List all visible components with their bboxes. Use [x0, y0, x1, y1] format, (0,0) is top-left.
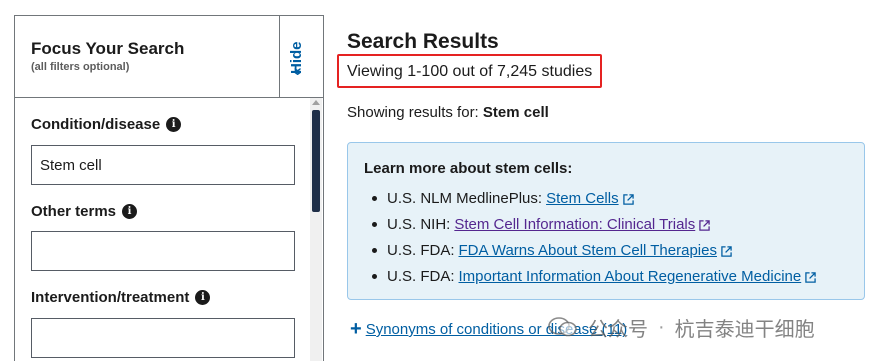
results-count-text: Viewing 1-100 out of 7,245 studies	[347, 63, 593, 80]
plus-icon: +	[350, 318, 362, 340]
watermark-name: 杭吉泰迪干细胞	[674, 318, 815, 341]
filter-panel-subtitle: (all filters optional)	[31, 61, 130, 73]
learn-more-list: U.S. NLM MedlinePlus: Stem Cells U.S. NI…	[364, 185, 816, 289]
source-label: U.S. NLM MedlinePlus:	[387, 189, 543, 207]
bullet	[372, 195, 377, 201]
list-item: U.S. NLM MedlinePlus: Stem Cells	[364, 185, 816, 211]
info-icon[interactable]: i	[122, 204, 138, 219]
external-link-icon	[622, 193, 634, 205]
list-item: U.S. FDA: Important Information About Re…	[364, 263, 816, 289]
list-item: U.S. NIH: Stem Cell Information: Clinica…	[364, 211, 816, 237]
list-item: U.S. FDA: FDA Warns About Stem Cell Ther…	[364, 237, 816, 263]
filter-panel-scrollbar[interactable]	[310, 98, 322, 361]
bullet	[372, 273, 377, 279]
learn-more-box: Learn more about stem cells: U.S. NLM Me…	[347, 142, 865, 300]
bullet	[372, 221, 377, 227]
external-link-icon	[805, 271, 816, 283]
condition-disease-input[interactable]: Stem cell	[31, 145, 295, 185]
learn-more-heading: Learn more about stem cells:	[364, 160, 573, 177]
source-label: U.S. FDA:	[387, 241, 455, 259]
source-label: U.S. FDA:	[387, 267, 455, 285]
stem-cell-information-link[interactable]: Stem Cell Information: Clinical Trials	[454, 216, 695, 233]
external-link-icon	[699, 219, 710, 231]
watermark: 公众号 · 杭吉泰迪干细胞	[548, 312, 878, 342]
other-terms-label-text: Other terms	[31, 203, 117, 220]
scrollbar-thumb[interactable]	[312, 110, 320, 212]
condition-disease-label-text: Condition/disease	[31, 116, 161, 133]
results-count-highlight: Viewing 1-100 out of 7,245 studies	[337, 54, 602, 88]
showing-results-term: Stem cell	[482, 104, 549, 121]
showing-results-line: Showing results for: Stem cell	[347, 104, 549, 121]
condition-disease-label: Condition/disease i	[31, 116, 182, 133]
scroll-up-arrow-icon[interactable]	[312, 100, 320, 105]
filter-panel-body: Condition/disease i Stem cell Other term…	[15, 98, 311, 361]
watermark-separator: ·	[658, 315, 665, 338]
other-terms-input[interactable]	[31, 231, 295, 271]
intervention-treatment-label: Intervention/treatment i	[31, 289, 211, 306]
source-label: U.S. NIH:	[387, 215, 451, 233]
filter-panel-title: Focus Your Search	[31, 39, 185, 58]
chevron-double-left-icon: «	[288, 67, 306, 76]
regenerative-medicine-link[interactable]: Important Information About Regenerative…	[459, 268, 802, 285]
wechat-logo-icon	[548, 317, 577, 337]
showing-results-prefix: Showing results for:	[347, 104, 483, 121]
info-icon[interactable]: i	[166, 117, 182, 132]
external-link-icon	[721, 245, 732, 257]
fda-warns-link[interactable]: FDA Warns About Stem Cell Therapies	[459, 242, 717, 259]
hide-filters-button[interactable]: Hide «	[279, 16, 323, 98]
bullet	[372, 247, 377, 253]
info-icon[interactable]: i	[195, 290, 211, 305]
other-terms-label: Other terms i	[31, 203, 138, 220]
stem-cells-link[interactable]: Stem Cells	[546, 190, 619, 207]
intervention-treatment-label-text: Intervention/treatment	[31, 289, 190, 306]
search-results-title: Search Results	[347, 30, 499, 53]
watermark-account: 公众号	[588, 318, 648, 341]
filter-panel-header: Focus Your Search (all filters optional)…	[15, 16, 323, 98]
intervention-treatment-input[interactable]	[31, 318, 295, 358]
